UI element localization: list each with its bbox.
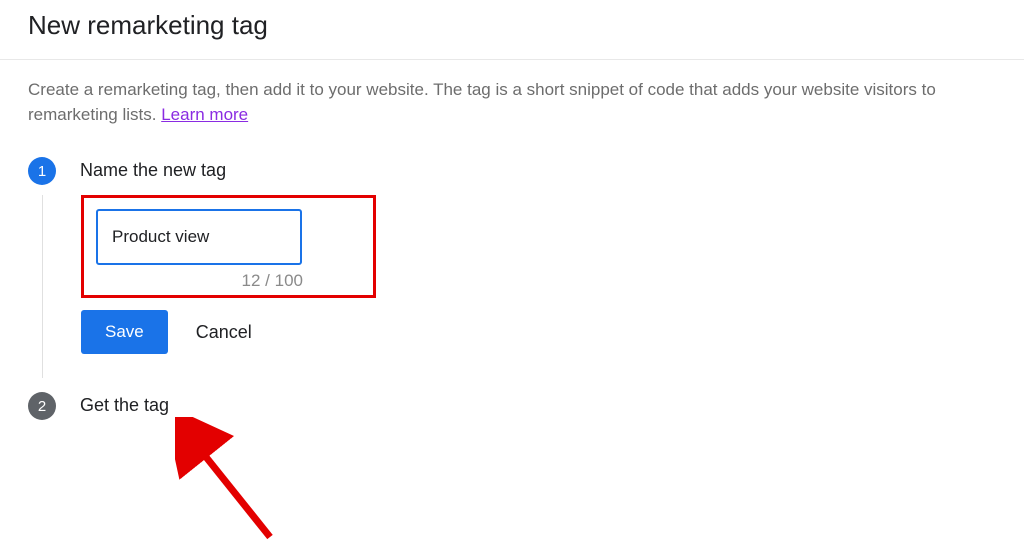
learn-more-link[interactable]: Learn more bbox=[161, 105, 248, 124]
tag-name-input[interactable] bbox=[96, 209, 302, 265]
step-1-actions: Save Cancel bbox=[81, 310, 1024, 354]
annotation-arrow-icon bbox=[175, 417, 295, 547]
steps-container: 1 Name the new tag 12 / 100 Save Cancel … bbox=[0, 127, 1024, 420]
annotation-highlight: 12 / 100 bbox=[81, 195, 376, 298]
char-counter: 12 / 100 bbox=[96, 271, 361, 291]
step-1-badge: 1 bbox=[28, 157, 56, 185]
step-1: 1 Name the new tag bbox=[28, 157, 1024, 185]
step-2-title: Get the tag bbox=[80, 395, 169, 416]
step-2: 2 Get the tag bbox=[28, 392, 1024, 420]
page-title: New remarketing tag bbox=[0, 0, 1024, 59]
cancel-button[interactable]: Cancel bbox=[196, 322, 252, 343]
step-1-body: 12 / 100 Save Cancel bbox=[42, 195, 1024, 378]
step-1-title: Name the new tag bbox=[80, 160, 226, 181]
step-2-badge: 2 bbox=[28, 392, 56, 420]
save-button[interactable]: Save bbox=[81, 310, 168, 354]
page-description: Create a remarketing tag, then add it to… bbox=[0, 60, 990, 127]
